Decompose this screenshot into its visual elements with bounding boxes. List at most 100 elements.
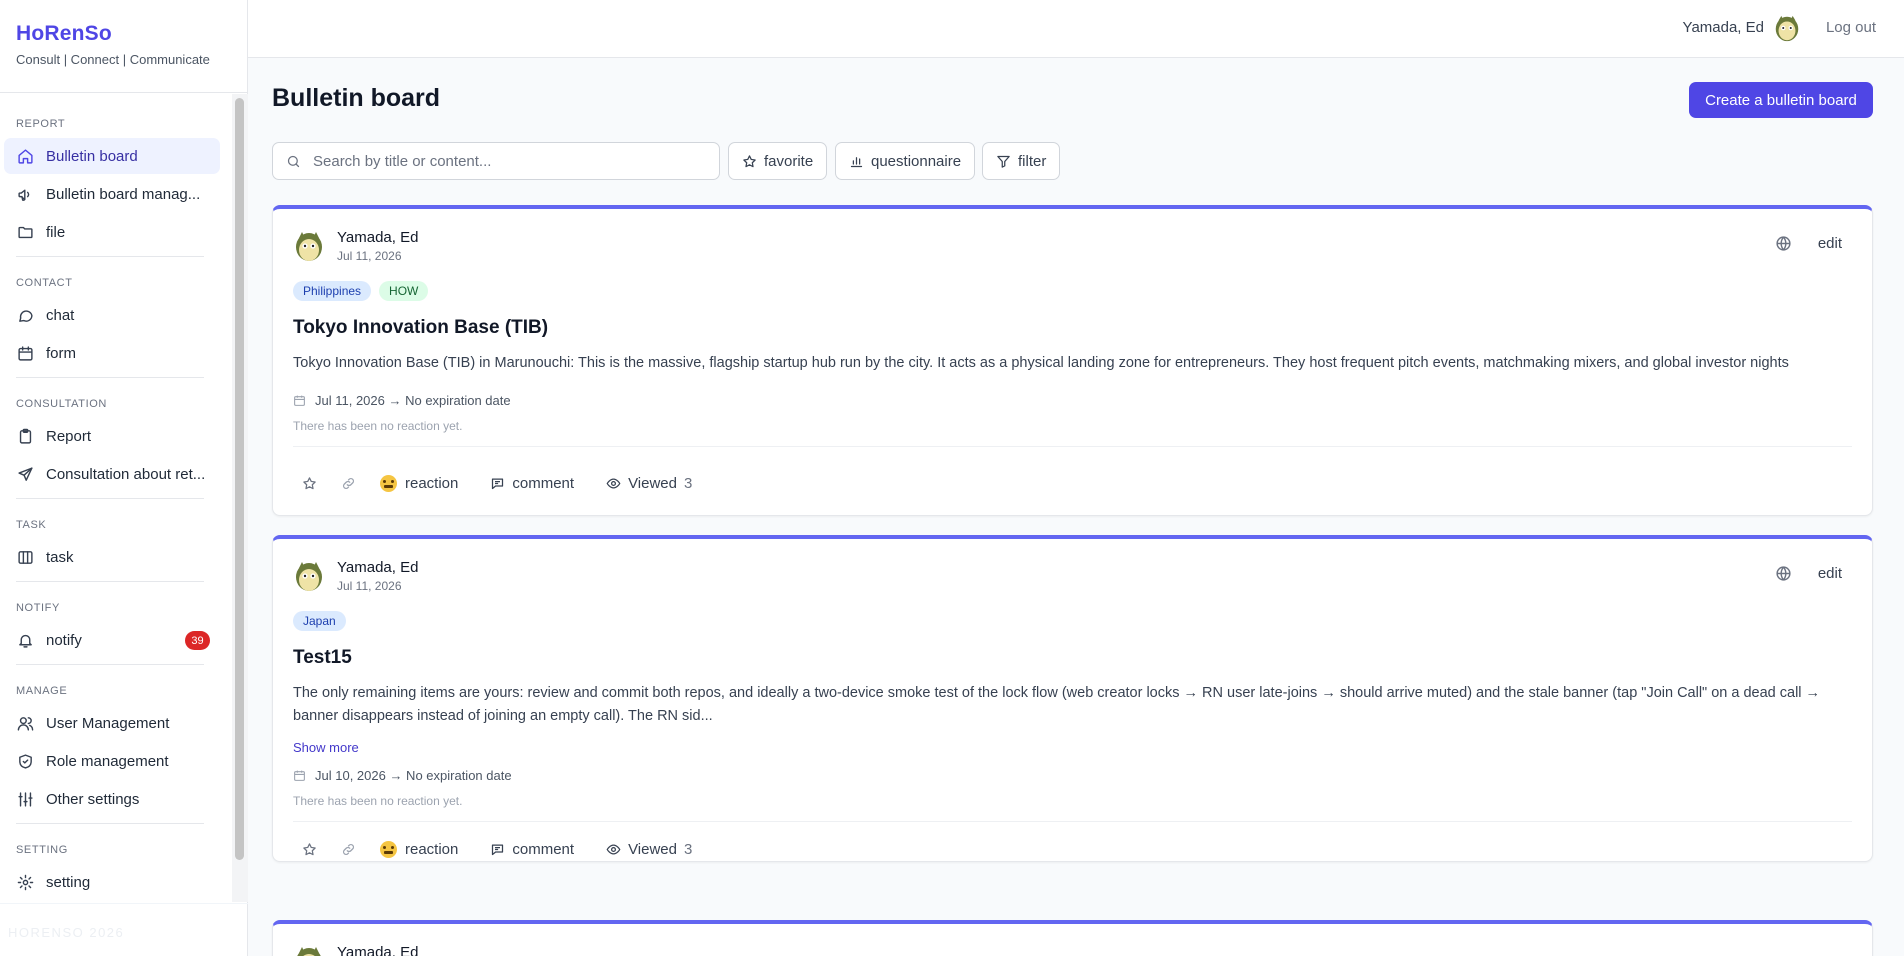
sidebar-item-label: notify	[46, 631, 82, 649]
post-period-text: Jul 11, 2026 → No expiration date	[315, 393, 511, 408]
shield-icon	[19, 754, 32, 769]
filter-label: filter	[1018, 152, 1047, 170]
show-more-link[interactable]: Show more	[293, 740, 359, 755]
search-input[interactable]	[313, 143, 713, 179]
comment-label: comment	[512, 474, 575, 492]
divider	[293, 446, 1852, 447]
create-bulletin-board-button[interactable]: Create a bulletin board	[1689, 82, 1873, 118]
search-icon	[287, 155, 300, 168]
author-avatar	[297, 947, 321, 956]
sidebar-item-file[interactable]: file	[4, 214, 220, 250]
globe-icon[interactable]	[1775, 235, 1792, 252]
top-bar: Yamada, Ed Log out	[248, 0, 1904, 58]
viewed-label: Viewed	[628, 840, 677, 858]
tag-how[interactable]: HOW	[379, 281, 429, 301]
folder-icon	[18, 226, 33, 239]
clipboard-icon	[19, 428, 32, 444]
grimace-emoji-icon	[380, 840, 397, 858]
viewed-button[interactable]: Viewed 3	[606, 841, 692, 858]
no-reaction-text: There has been no reaction yet.	[293, 794, 463, 808]
star-icon	[303, 842, 316, 855]
logout-link[interactable]: Log out	[1826, 19, 1876, 36]
reaction-button[interactable]: reaction	[380, 840, 459, 858]
post-card[interactable]: Yamada, Ed Jul 11, 2026 edit Philippines…	[272, 205, 1873, 516]
section-label-task: TASK	[16, 519, 47, 531]
divider	[16, 377, 204, 378]
post-tags: Philippines HOW	[293, 281, 429, 301]
sidebar-item-label: Bulletin board	[46, 147, 138, 165]
favorite-button[interactable]	[302, 476, 317, 491]
comment-button[interactable]: comment	[490, 841, 574, 858]
sidebar-item-label: task	[46, 548, 74, 566]
post-card[interactable]: Yamada, Ed Jul 11, 2026 edit Japan Test1…	[272, 535, 1873, 862]
filter-button[interactable]: filter	[982, 142, 1061, 180]
globe-icon[interactable]	[1775, 565, 1792, 582]
viewed-count: 3	[684, 840, 693, 858]
sidebar: HoRenSo Consult | Connect | Communicate …	[0, 0, 248, 956]
copy-link-button[interactable]	[341, 842, 356, 857]
sidebar-item-other-settings[interactable]: Other settings	[4, 781, 220, 817]
viewed-button[interactable]: Viewed 3	[606, 475, 692, 492]
calendar-icon	[294, 770, 305, 781]
viewed-label: Viewed	[628, 474, 677, 492]
sidebar-scrollbar-thumb[interactable]	[235, 98, 244, 860]
post-author[interactable]: Yamada, Ed	[337, 229, 418, 246]
favorite-button[interactable]	[302, 842, 317, 857]
post-title[interactable]: Test15	[293, 647, 352, 669]
questionnaire-filter-label: questionnaire	[871, 152, 962, 170]
sliders-icon	[18, 792, 33, 807]
funnel-icon	[997, 155, 1010, 168]
search-box[interactable]	[272, 142, 720, 180]
star-icon	[303, 476, 316, 489]
tag-philippines[interactable]: Philippines	[293, 281, 372, 301]
post-date: Jul 11, 2026	[337, 579, 402, 593]
post-card[interactable]: Yamada, Ed	[272, 920, 1873, 956]
brand-title[interactable]: HoRenSo	[16, 22, 231, 46]
sidebar-item-label: Role management	[46, 752, 169, 770]
sidebar-item-bulletin-board-management[interactable]: Bulletin board manag...	[4, 176, 220, 212]
post-author[interactable]: Yamada, Ed	[337, 559, 418, 576]
bell-icon	[19, 634, 32, 648]
post-title[interactable]: Tokyo Innovation Base (TIB)	[293, 317, 548, 339]
sidebar-nav: REPORT Bulletin board Bulletin board man…	[0, 94, 232, 902]
questionnaire-filter-button[interactable]: questionnaire	[835, 142, 976, 180]
favorite-filter-button[interactable]: favorite	[728, 142, 828, 180]
comment-label: comment	[512, 840, 575, 858]
post-tags: Japan	[293, 611, 346, 631]
reaction-label: reaction	[405, 840, 459, 858]
tag-japan[interactable]: Japan	[293, 611, 346, 631]
copy-link-button[interactable]	[341, 476, 356, 491]
edit-post-button[interactable]: edit	[1818, 565, 1842, 582]
sidebar-item-user-management[interactable]: User Management	[4, 705, 220, 741]
home-icon	[18, 149, 33, 164]
post-date: Jul 11, 2026	[337, 249, 402, 263]
comment-button[interactable]: comment	[490, 475, 574, 492]
post-actions: reaction comment Viewed 3	[293, 831, 724, 867]
sidebar-item-label: Bulletin board manag...	[46, 185, 201, 203]
edit-post-button[interactable]: edit	[1818, 235, 1842, 252]
sidebar-scrollbar[interactable]	[232, 94, 248, 902]
sidebar-item-consultation[interactable]: Consultation about ret...	[4, 456, 220, 492]
comment-icon	[492, 844, 504, 855]
divider	[16, 498, 204, 499]
sidebar-item-report[interactable]: Report	[4, 418, 220, 454]
brand: HoRenSo Consult | Connect | Communicate	[0, 0, 247, 93]
sidebar-item-task[interactable]: task	[4, 539, 220, 575]
sidebar-item-role-management[interactable]: Role management	[4, 743, 220, 779]
main-content: Bulletin board Create a bulletin board f…	[248, 58, 1904, 956]
reaction-label: reaction	[405, 474, 459, 492]
sidebar-item-setting[interactable]: setting	[4, 864, 220, 900]
sidebar-item-label: Report	[46, 427, 92, 445]
sidebar-item-bulletin-board[interactable]: Bulletin board	[4, 138, 220, 174]
sidebar-item-notify[interactable]: notify 39	[4, 622, 220, 658]
user-avatar[interactable]	[1772, 13, 1802, 43]
post-author[interactable]: Yamada, Ed	[337, 944, 418, 956]
no-reaction-text: There has been no reaction yet.	[293, 419, 463, 433]
star-icon	[743, 154, 756, 167]
link-icon	[343, 477, 354, 489]
reaction-button[interactable]: reaction	[380, 474, 459, 492]
comment-icon	[492, 478, 504, 489]
columns-icon	[18, 551, 33, 564]
sidebar-item-form[interactable]: form	[4, 335, 220, 371]
sidebar-item-chat[interactable]: chat	[4, 297, 220, 333]
